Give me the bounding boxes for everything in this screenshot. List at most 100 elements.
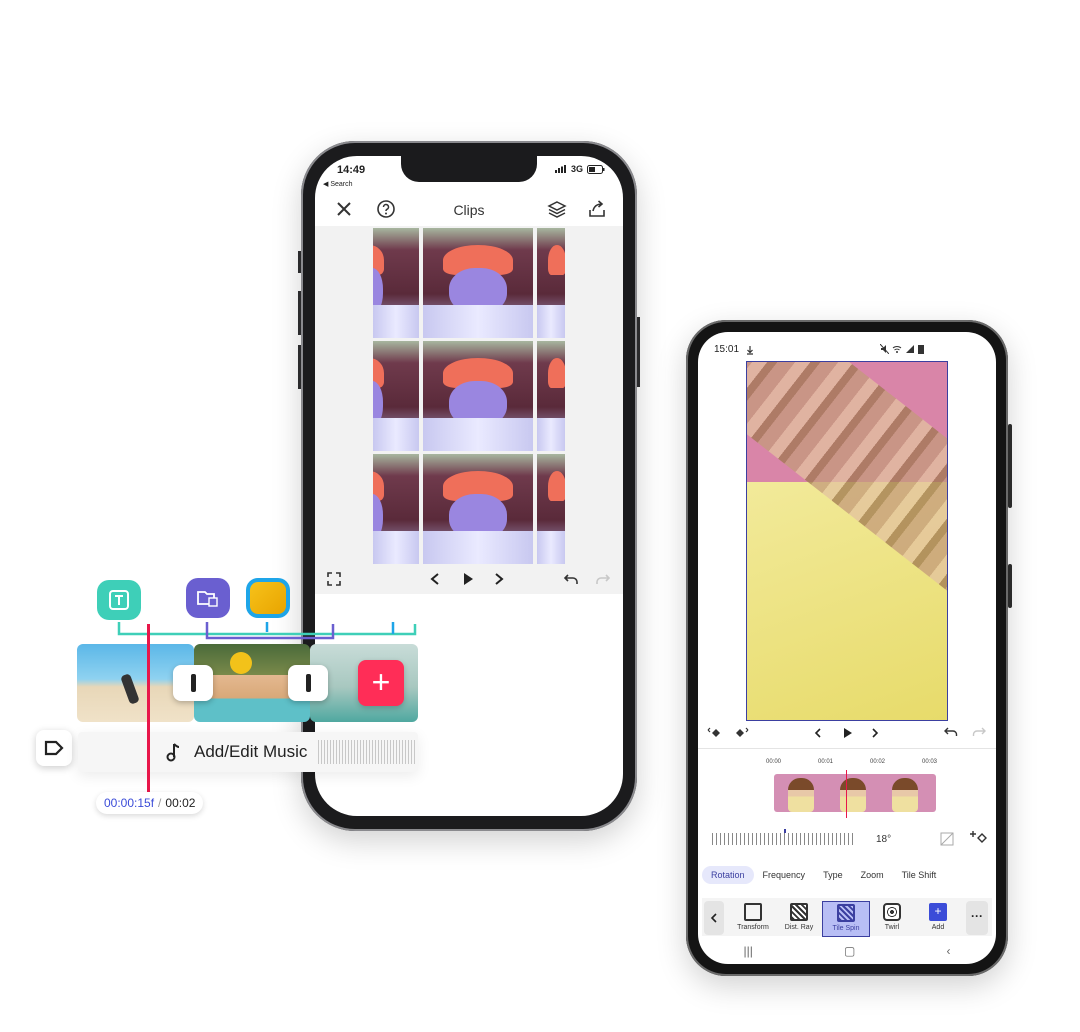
undo-icon[interactable] bbox=[563, 572, 579, 586]
tool-label: Transform bbox=[737, 924, 769, 931]
tool-tile-spin[interactable]: Tile Spin bbox=[822, 901, 870, 937]
signal-icon bbox=[554, 165, 566, 173]
chevron-left-icon bbox=[710, 913, 717, 923]
total-time: 00:02 bbox=[165, 796, 196, 810]
split-button[interactable] bbox=[288, 665, 328, 701]
tab-type[interactable]: Type bbox=[814, 866, 852, 884]
layers-icon[interactable] bbox=[547, 199, 567, 219]
battery-icon bbox=[918, 345, 924, 354]
iphone-mute-switch bbox=[298, 251, 301, 273]
audio-waveform bbox=[318, 740, 416, 764]
time-separator: / bbox=[158, 796, 162, 810]
recents-icon[interactable]: ||| bbox=[744, 944, 753, 958]
status-time: 15:01 bbox=[714, 344, 740, 355]
toolbar-back-button[interactable] bbox=[704, 901, 724, 935]
playhead[interactable] bbox=[846, 770, 847, 818]
home-icon[interactable]: ▢ bbox=[844, 944, 855, 958]
iphone-volume-up bbox=[298, 291, 301, 335]
add-keyframe-icon[interactable] bbox=[970, 830, 988, 846]
tile bbox=[373, 341, 419, 451]
android-nav-bar: ||| ▢ ‹ bbox=[698, 944, 996, 958]
iphone-power-button bbox=[637, 317, 640, 387]
clip-figure bbox=[120, 673, 140, 705]
more-icon[interactable]: ··· bbox=[966, 901, 988, 935]
tool-add[interactable]: + Add bbox=[915, 901, 961, 935]
tool-dist-ray[interactable]: Dist. Ray bbox=[776, 901, 822, 935]
tool-label: Tile Spin bbox=[832, 925, 860, 932]
angle-slider-marker bbox=[784, 829, 786, 833]
tile bbox=[537, 341, 565, 451]
divider bbox=[698, 748, 996, 749]
effect-toolbar: Transform Dist. Ray Tile Spin Twirl + Add… bbox=[702, 898, 992, 937]
effect-thumbnail-icon bbox=[250, 582, 286, 614]
tab-rotation[interactable]: Rotation bbox=[702, 866, 754, 884]
text-icon bbox=[109, 590, 129, 610]
undo-icon[interactable] bbox=[944, 726, 958, 738]
effect-badge[interactable] bbox=[246, 578, 290, 618]
redo-icon[interactable] bbox=[972, 726, 986, 738]
clip-tag-button[interactable] bbox=[36, 730, 72, 766]
tab-zoom[interactable]: Zoom bbox=[852, 866, 893, 884]
iphone-device: 14:49 ◀ Search 3G Clips bbox=[298, 141, 640, 831]
video-preview[interactable] bbox=[315, 226, 623, 594]
android-screen: 15:01 00:00 00:01 00:02 00:03 18° Rotati… bbox=[698, 332, 996, 964]
tool-twirl[interactable]: Twirl bbox=[869, 901, 915, 935]
tab-tile-shift[interactable]: Tile Shift bbox=[893, 866, 946, 884]
music-note-icon bbox=[166, 743, 180, 762]
signal-icon bbox=[906, 345, 914, 353]
clip-thumb bbox=[840, 778, 866, 812]
status-back-link[interactable]: ◀ Search bbox=[323, 180, 353, 188]
folder-layers-icon bbox=[197, 591, 218, 607]
keyframe-prev-icon[interactable] bbox=[706, 726, 722, 740]
fullscreen-icon[interactable] bbox=[327, 572, 341, 586]
share-icon[interactable] bbox=[587, 199, 607, 219]
download-icon bbox=[747, 346, 753, 355]
layer-brackets bbox=[117, 622, 417, 640]
redo-icon[interactable] bbox=[595, 572, 611, 586]
playhead[interactable] bbox=[147, 624, 150, 794]
tile-grid bbox=[373, 228, 565, 564]
add-icon: + bbox=[929, 903, 947, 921]
easing-icon[interactable] bbox=[940, 832, 954, 846]
page-title: Clips bbox=[453, 202, 485, 218]
tile bbox=[537, 228, 565, 338]
next-frame-icon[interactable] bbox=[870, 727, 880, 739]
status-indicators: 3G bbox=[554, 164, 605, 174]
previous-frame-icon[interactable] bbox=[813, 727, 823, 739]
next-frame-icon[interactable] bbox=[493, 572, 505, 586]
clip-thumb bbox=[788, 778, 814, 812]
ruler-tick: 00:00 bbox=[766, 759, 782, 765]
video-preview[interactable] bbox=[746, 361, 948, 721]
current-time: 00:00:15f bbox=[104, 796, 155, 810]
tile bbox=[423, 454, 533, 564]
tile bbox=[373, 228, 419, 338]
add-clip-button[interactable]: + bbox=[358, 660, 404, 706]
android-device: 15:01 00:00 00:01 00:02 00:03 18° Rotati… bbox=[686, 320, 1012, 976]
text-layer-badge[interactable] bbox=[97, 580, 141, 620]
tile bbox=[537, 454, 565, 564]
tool-label: Add bbox=[931, 924, 945, 931]
layer-badge[interactable] bbox=[186, 578, 230, 618]
play-icon[interactable] bbox=[841, 726, 853, 740]
back-icon[interactable]: ‹ bbox=[946, 944, 950, 958]
split-button[interactable] bbox=[173, 665, 213, 701]
tile bbox=[373, 454, 419, 564]
tab-frequency[interactable]: Frequency bbox=[754, 866, 815, 884]
tool-transform[interactable]: Transform bbox=[730, 901, 776, 935]
clip-strip[interactable] bbox=[774, 774, 936, 812]
play-icon[interactable] bbox=[461, 571, 475, 587]
tile-spin-icon bbox=[837, 904, 855, 922]
sunflower-shape bbox=[230, 652, 252, 674]
tool-label: Twirl bbox=[884, 924, 900, 931]
tile bbox=[423, 228, 533, 338]
angle-value: 18° bbox=[876, 834, 892, 845]
tag-icon bbox=[44, 740, 64, 756]
ruler-tick: 00:01 bbox=[818, 759, 834, 765]
iphone-notch bbox=[401, 156, 537, 182]
keyframe-next-icon[interactable] bbox=[734, 726, 750, 740]
transform-icon bbox=[744, 903, 762, 921]
status-indicators bbox=[880, 344, 924, 354]
previous-frame-icon[interactable] bbox=[429, 572, 441, 586]
angle-slider[interactable] bbox=[712, 833, 856, 845]
dist-ray-icon bbox=[790, 903, 808, 921]
